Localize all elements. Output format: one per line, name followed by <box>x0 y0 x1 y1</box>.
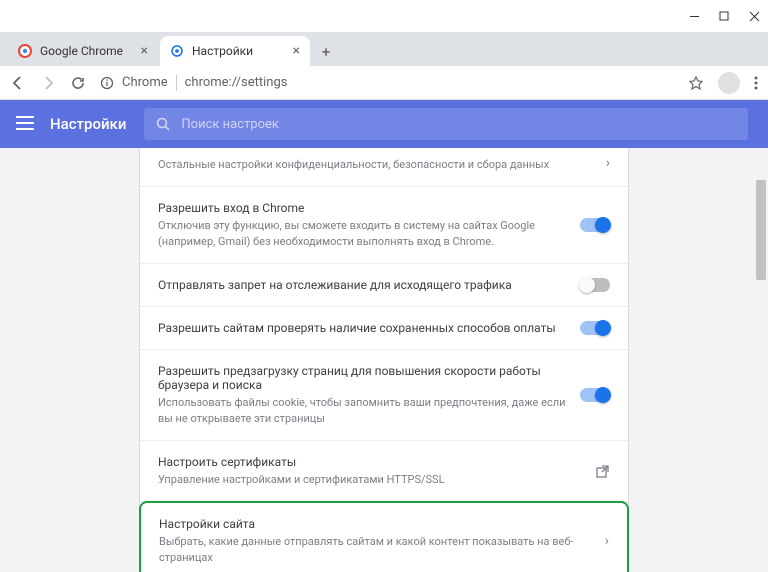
close-tab-icon[interactable]: × <box>141 43 148 59</box>
search-input[interactable] <box>181 117 736 132</box>
row-title: Разрешить предзагрузку страниц для повыш… <box>158 364 568 392</box>
scrollbar-thumb[interactable] <box>756 180 766 280</box>
settings-row-signin[interactable]: Разрешить вход в Chrome Отключив эту фун… <box>140 187 628 264</box>
toggle-dnt[interactable] <box>580 278 610 292</box>
url-separator <box>176 75 177 91</box>
toggle-signin[interactable] <box>580 218 610 232</box>
row-subtitle: Отключив эту функцию, вы сможете входить… <box>158 218 568 249</box>
tab-label: Настройки <box>192 44 253 58</box>
new-tab-button[interactable]: + <box>312 38 340 66</box>
url-protocol: Chrome <box>122 75 168 90</box>
toggle-payment[interactable] <box>580 321 610 335</box>
row-title: Разрешить сайтам проверять наличие сохра… <box>158 321 568 335</box>
search-icon <box>156 117 171 132</box>
gear-icon <box>170 44 184 58</box>
window-controls <box>0 0 768 32</box>
settings-row-preload[interactable]: Разрешить предзагрузку страниц для повыш… <box>140 350 628 441</box>
url-text: chrome://settings <box>185 75 288 90</box>
kebab-menu-icon[interactable] <box>754 75 758 91</box>
minimize-button[interactable] <box>688 10 700 22</box>
row-title: Настройки сайта <box>159 517 593 531</box>
tab-settings[interactable]: Настройки × <box>160 36 310 66</box>
close-window-button[interactable] <box>748 10 760 22</box>
back-button[interactable] <box>10 75 26 91</box>
forward-button[interactable] <box>40 75 56 91</box>
settings-row-dnt[interactable]: Отправлять запрет на отслеживание для ис… <box>140 264 628 307</box>
address-bar: Chrome chrome://settings <box>0 66 768 100</box>
profile-avatar[interactable] <box>718 72 740 94</box>
chrome-icon <box>18 44 32 58</box>
tab-google-chrome[interactable]: Google Chrome × <box>8 36 158 66</box>
reload-button[interactable] <box>70 75 86 91</box>
settings-row-payment[interactable]: Разрешить сайтам проверять наличие сохра… <box>140 307 628 350</box>
row-title: Отправлять запрет на отслеживание для ис… <box>158 278 568 292</box>
row-title: Разрешить вход в Chrome <box>158 201 568 215</box>
row-title: Настроить сертификаты <box>158 455 583 469</box>
row-subtitle: Управление настройками и сертификатами H… <box>158 472 583 487</box>
site-info-icon[interactable] <box>100 76 114 90</box>
maximize-button[interactable] <box>718 10 730 22</box>
chevron-right-icon: › <box>606 155 610 171</box>
row-subtitle: Остальные настройки конфиденциальности, … <box>158 157 594 172</box>
privacy-card: Остальные настройки конфиденциальности, … <box>139 148 629 572</box>
settings-header: Настройки <box>0 100 768 148</box>
toggle-preload[interactable] <box>580 388 610 402</box>
row-subtitle: Использовать файлы cookie, чтобы запомни… <box>158 395 568 426</box>
settings-row-site-settings[interactable]: Настройки сайта Выбрать, какие данные от… <box>139 501 629 572</box>
close-tab-icon[interactable]: × <box>293 43 300 59</box>
settings-row-truncated[interactable]: Остальные настройки конфиденциальности, … <box>140 148 628 187</box>
settings-content: Остальные настройки конфиденциальности, … <box>0 148 768 572</box>
menu-button[interactable] <box>0 115 50 134</box>
tab-strip: Google Chrome × Настройки × + <box>0 32 768 66</box>
chevron-right-icon: › <box>605 533 609 549</box>
settings-row-certs[interactable]: Настроить сертификаты Управление настрой… <box>140 441 628 502</box>
external-link-icon <box>595 464 610 479</box>
row-subtitle: Выбрать, какие данные отправлять сайтам … <box>159 534 593 565</box>
tab-label: Google Chrome <box>40 44 123 58</box>
url-field[interactable]: Chrome chrome://settings <box>100 75 674 91</box>
bookmark-star-icon[interactable] <box>688 75 704 91</box>
page-title: Настройки <box>50 115 144 133</box>
search-box[interactable] <box>144 108 748 140</box>
